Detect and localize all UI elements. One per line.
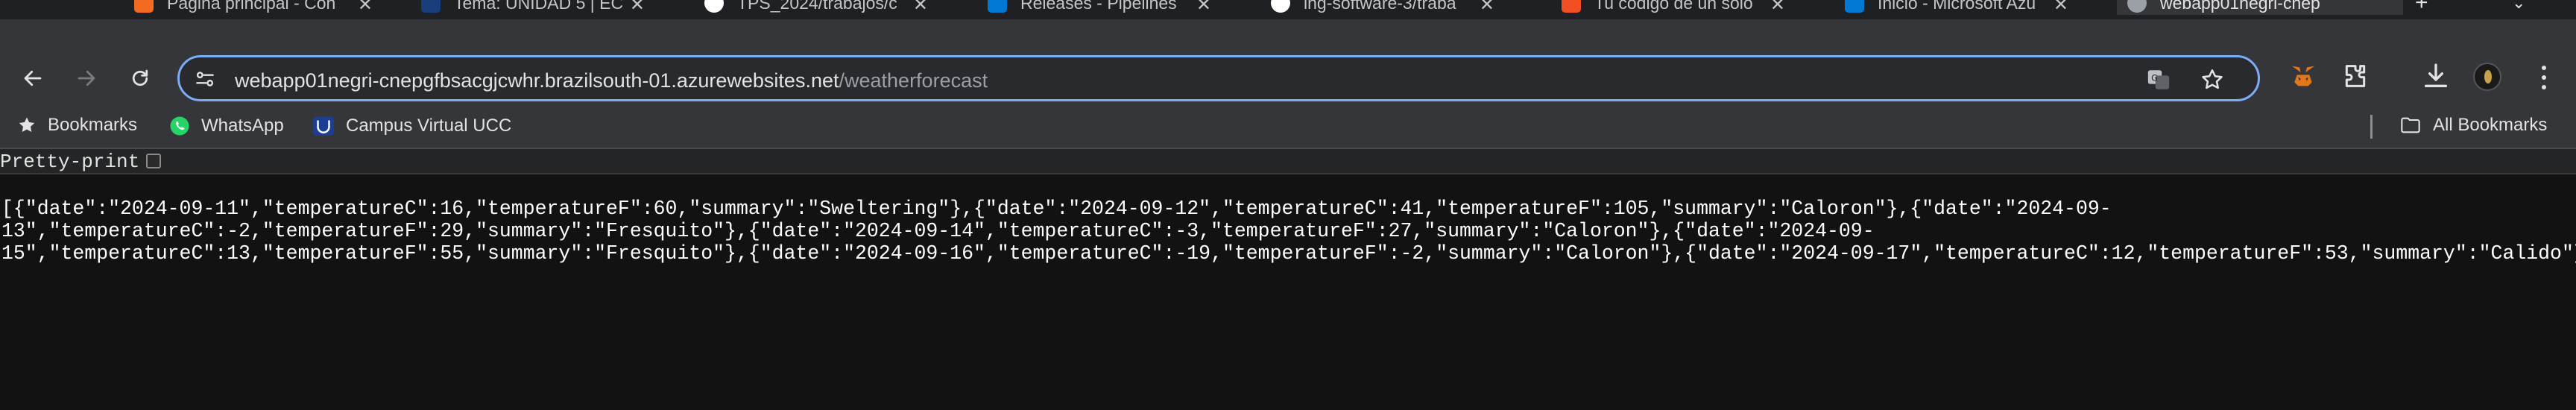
forward-button[interactable]	[69, 60, 104, 96]
tab-strip: Página principal - Con ✕ Tema: UNIDAD 5 …	[0, 0, 2576, 19]
pretty-print-label: Pretty-print	[0, 151, 140, 173]
tab-close-icon[interactable]: ✕	[2053, 0, 2068, 15]
tab-tema-unidad[interactable]: Tema: UNIDAD 5 | EC ✕	[421, 0, 645, 15]
star-icon	[16, 115, 37, 136]
bookmark-label: Campus Virtual UCC	[346, 116, 512, 136]
tab-title: ing-software-3/traba	[1304, 0, 1456, 13]
tab-releases-pipelines[interactable]: Releases - Pipelines ✕	[988, 0, 1211, 15]
tab-favicon-icon	[134, 0, 154, 13]
bookmark-label: Bookmarks	[48, 115, 138, 135]
tab-tu-codigo[interactable]: Tu código de un solo ✕	[1562, 0, 1785, 15]
tab-search-button[interactable]: ⌄	[2512, 0, 2542, 15]
back-button[interactable]	[15, 60, 51, 96]
json-line: 15","temperatureC":13,"temperatureF":55,…	[1, 242, 2576, 265]
json-response-body: [{"date":"2024-09-11","temperatureC":16,…	[1, 198, 2576, 265]
tab-title: Releases - Pipelines	[1020, 0, 1177, 13]
plus-icon: +	[2415, 0, 2428, 15]
folder-icon	[2399, 115, 2422, 136]
tab-title: Inicio - Microsoft Azu	[1878, 0, 2036, 13]
chevron-down-icon: ⌄	[2512, 0, 2526, 12]
tab-close-icon[interactable]: ✕	[1480, 0, 1494, 15]
download-icon[interactable]	[2421, 61, 2451, 91]
all-bookmarks-button[interactable]: All Bookmarks	[2399, 115, 2547, 136]
tab-inicio-azure[interactable]: Inicio - Microsoft Azu ✕	[1845, 0, 2068, 15]
azure-icon	[1845, 0, 1864, 13]
tab-title: TPS_2024/trabajos/c	[737, 0, 897, 13]
profile-avatar[interactable]	[2473, 63, 2501, 91]
bookmarks-divider	[2370, 115, 2373, 139]
ucc-icon	[312, 115, 335, 137]
reload-icon	[132, 69, 148, 86]
svg-text:G: G	[2151, 72, 2158, 83]
reload-button[interactable]	[122, 60, 158, 96]
tab-github-tps[interactable]: TPS_2024/trabajos/c ✕	[704, 0, 928, 15]
tab-title: Tema: UNIDAD 5 | EC	[454, 0, 624, 13]
bookmarks-bar: Bookmarks WhatsApp Campus Virtual UCC Al…	[0, 104, 2576, 149]
whatsapp-icon	[168, 115, 191, 137]
menu-dot-icon	[2542, 85, 2546, 90]
pretty-print-checkbox[interactable]	[146, 154, 161, 168]
json-line: [{"date":"2024-09-11","temperatureC":16,…	[1, 198, 2112, 220]
address-url[interactable]: webapp01negri-cnepgfbsacgjcwhr.brazilsou…	[235, 69, 988, 92]
azure-devops-icon	[988, 0, 1007, 13]
tab-title: Tu código de un solo	[1594, 0, 1753, 13]
address-bar[interactable]: webapp01negri-cnepgfbsacgjcwhr.brazilsou…	[177, 55, 2260, 101]
tab-title: Página principal - Con	[167, 0, 336, 13]
site-info-icon[interactable]	[193, 67, 217, 91]
tab-webapp-active[interactable]: webapp01negri-cnep	[2117, 0, 2403, 15]
new-tab-button[interactable]: +	[2415, 0, 2445, 15]
browser-toolbar: webapp01negri-cnepgfbsacgjcwhr.brazilsou…	[0, 19, 2576, 104]
json-line: 13","temperatureC":-2,"temperatureF":29,…	[1, 220, 1875, 242]
menu-dot-icon	[2542, 65, 2546, 70]
address-path: /weatherforecast	[839, 69, 988, 92]
tab-close-icon[interactable]: ✕	[1196, 0, 1211, 15]
arrow-left-icon	[24, 70, 42, 86]
tab-pagina-principal[interactable]: Página principal - Con ✕	[134, 0, 373, 15]
menu-dot-icon	[2542, 75, 2546, 80]
tab-github-ing-software[interactable]: ing-software-3/traba ✕	[1271, 0, 1494, 15]
tab-close-icon[interactable]: ✕	[913, 0, 928, 15]
globe-icon	[2127, 0, 2147, 13]
address-host: webapp01negri-cnepgfbsacgjcwhr.brazilsou…	[235, 69, 839, 92]
bookmark-item-whatsapp[interactable]: WhatsApp	[168, 115, 284, 137]
tab-close-icon[interactable]: ✕	[1770, 0, 1785, 15]
bookmark-item-bookmarks[interactable]: Bookmarks	[16, 115, 137, 136]
all-bookmarks-label: All Bookmarks	[2433, 115, 2548, 135]
browser-menu-button[interactable]	[2533, 63, 2555, 92]
microsoft-icon	[1562, 0, 1581, 13]
github-icon	[1271, 0, 1290, 13]
tab-close-icon[interactable]: ✕	[630, 0, 645, 15]
github-icon	[704, 0, 724, 13]
arrow-right-icon	[78, 70, 95, 86]
tab-title: webapp01negri-cnep	[2160, 0, 2320, 13]
metamask-extension-icon[interactable]	[2288, 61, 2318, 91]
translate-icon[interactable]: G	[2146, 67, 2171, 92]
bookmark-item-campus-virtual[interactable]: Campus Virtual UCC	[312, 115, 511, 137]
extensions-puzzle-icon[interactable]	[2340, 61, 2370, 91]
tab-close-icon[interactable]: ✕	[358, 0, 373, 15]
bookmark-label: WhatsApp	[201, 116, 284, 136]
tab-favicon-icon	[421, 0, 441, 13]
pretty-print-bar: Pretty-print	[0, 149, 2576, 174]
avatar-figure-icon	[2484, 70, 2492, 83]
star-icon[interactable]	[2200, 67, 2225, 92]
